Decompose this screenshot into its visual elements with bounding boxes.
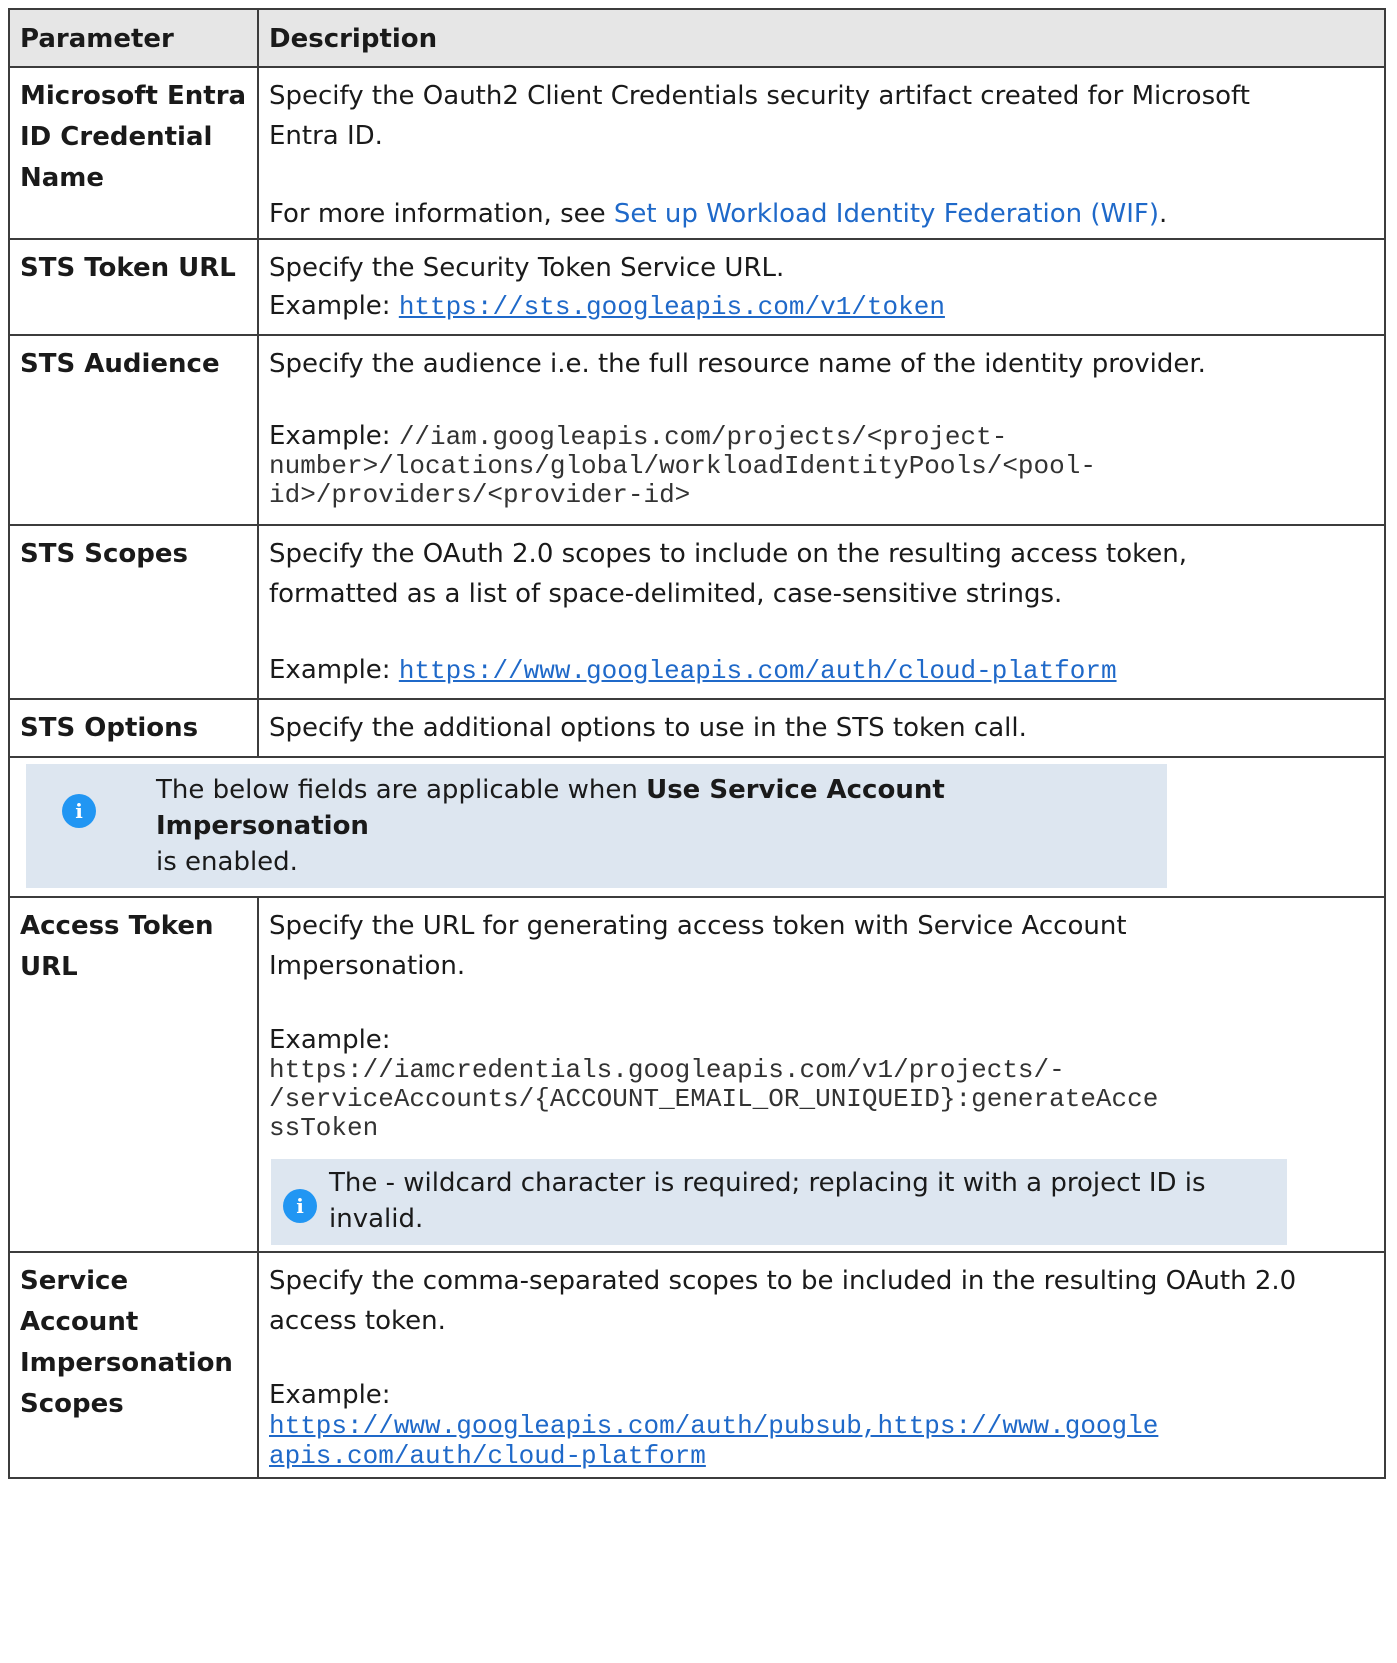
table-row: Service Account Impersonation Scopes Spe… (8, 1251, 1386, 1479)
sts-url-example: Example: https://sts.googleapis.com/v1/t… (269, 288, 1374, 324)
desc-sts-audience: Specify the audience i.e. the full resou… (257, 334, 1386, 526)
sts-scopes-desc-1: Specify the OAuth 2.0 scopes to include … (269, 539, 1187, 569)
parameter-table: Parameter Description Microsoft Entra ID… (8, 8, 1386, 1479)
table-row: Microsoft Entra ID Credential Name Speci… (8, 66, 1386, 240)
sa-scopes-example-line-2: apis.com/auth/cloud-platform (269, 1441, 1374, 1471)
sts-audience-code-1: //iam.googleapis.com/projects/<project- (398, 422, 1008, 452)
desc-sts-scopes: Specify the OAuth 2.0 scopes to include … (257, 524, 1386, 700)
sts-audience-code-2: number>/locations/global/workloadIdentit… (269, 451, 1096, 481)
access-token-code-2: /serviceAccounts/{ACCOUNT_EMAIL_OR_UNIQU… (269, 1084, 1159, 1114)
entra-desc: Specify the Oauth2 Client Credentials se… (269, 81, 1250, 151)
entra-more-info: For more information, see Set up Workloa… (269, 194, 1374, 234)
impersonation-note-row: i The below fields are applicable when U… (8, 756, 1386, 898)
wildcard-note: i The - wildcard character is required; … (271, 1159, 1287, 1245)
desc-access-token-url: Specify the URL for generating access to… (257, 896, 1386, 1253)
table-header-row: Parameter Description (8, 8, 1386, 68)
access-token-example-label: Example: (269, 1025, 391, 1055)
table-row: STS Audience Specify the audience i.e. t… (8, 334, 1386, 526)
entra-more-suffix: . (1159, 199, 1168, 229)
cloud-platform-scope-link[interactable]: https://www.googleapis.com/auth/cloud-pl… (399, 656, 1117, 686)
wildcard-note-text: The - wildcard character is required; re… (329, 1168, 1206, 1234)
access-token-desc: Specify the URL for generating access to… (269, 911, 1127, 981)
info-icon: i (283, 1189, 317, 1223)
table-row: Access Token URL Specify the URL for gen… (8, 896, 1386, 1253)
sts-scopes-desc-2: formatted as a list of space-delimited, … (269, 579, 1063, 609)
parameter-table-container: Parameter Description Microsoft Entra ID… (8, 8, 1386, 1479)
param-sts-token-url: STS Token URL (8, 238, 259, 336)
example-label: Example: (269, 291, 399, 321)
impersonation-note-cell: i The below fields are applicable when U… (8, 756, 1386, 898)
sa-scopes-example-line-1: https://www.googleapis.com/auth/pubsub,h… (269, 1411, 1374, 1441)
example-label: Example: (269, 421, 399, 451)
note-prefix: The below fields are applicable when (156, 775, 647, 805)
sts-audience-code-3: id>/providers/<provider-id> (269, 480, 691, 510)
param-access-token-url: Access Token URL (8, 896, 259, 1253)
desc-sts-options: Specify the additional options to use in… (257, 698, 1386, 758)
table-row: STS Options Specify the additional optio… (8, 698, 1386, 758)
entra-more-prefix: For more information, see (269, 199, 614, 229)
param-sa-impersonation-scopes: Service Account Impersonation Scopes (8, 1251, 259, 1479)
param-sts-scopes: STS Scopes (8, 524, 259, 700)
example-label: Example: (269, 655, 399, 685)
wif-setup-link[interactable]: Set up Workload Identity Federation (WIF… (614, 199, 1159, 229)
info-icon: i (62, 794, 96, 828)
sts-audience-desc: Specify the audience i.e. the full resou… (269, 349, 1206, 379)
param-sts-options: STS Options (8, 698, 259, 758)
sts-token-url-link[interactable]: https://sts.googleapis.com/v1/token (399, 292, 945, 322)
impersonation-note-text: The below fields are applicable when Use… (156, 772, 1157, 880)
sa-scopes-example-label: Example: (269, 1380, 391, 1410)
desc-sts-token-url: Specify the Security Token Service URL. … (257, 238, 1386, 336)
access-token-code-3: ssToken (269, 1113, 379, 1143)
sts-scopes-example: Example: https://www.googleapis.com/auth… (269, 652, 1374, 688)
header-description: Description (257, 8, 1386, 68)
sts-url-desc: Specify the Security Token Service URL. (269, 253, 785, 283)
table-row: STS Scopes Specify the OAuth 2.0 scopes … (8, 524, 1386, 700)
table-row: STS Token URL Specify the Security Token… (8, 238, 1386, 336)
desc-entra-credential-name: Specify the Oauth2 Client Credentials se… (257, 66, 1386, 240)
note-suffix: is enabled. (156, 847, 298, 877)
access-token-code-1: https://iamcredentials.googleapis.com/v1… (269, 1055, 1065, 1085)
param-entra-credential-name: Microsoft Entra ID Credential Name (8, 66, 259, 240)
impersonation-note: i The below fields are applicable when U… (26, 764, 1167, 888)
param-sts-audience: STS Audience (8, 334, 259, 526)
sa-scopes-desc: Specify the comma-separated scopes to be… (269, 1266, 1297, 1336)
sts-audience-example: Example: //iam.googleapis.com/projects/<… (269, 422, 1374, 452)
pubsub-scope-link[interactable]: https://www.googleapis.com/auth/pubsub,h… (269, 1411, 1158, 1441)
desc-sa-impersonation-scopes: Specify the comma-separated scopes to be… (257, 1251, 1386, 1479)
cloud-platform-scope-link-2[interactable]: apis.com/auth/cloud-platform (269, 1441, 706, 1471)
header-parameter: Parameter (8, 8, 259, 68)
